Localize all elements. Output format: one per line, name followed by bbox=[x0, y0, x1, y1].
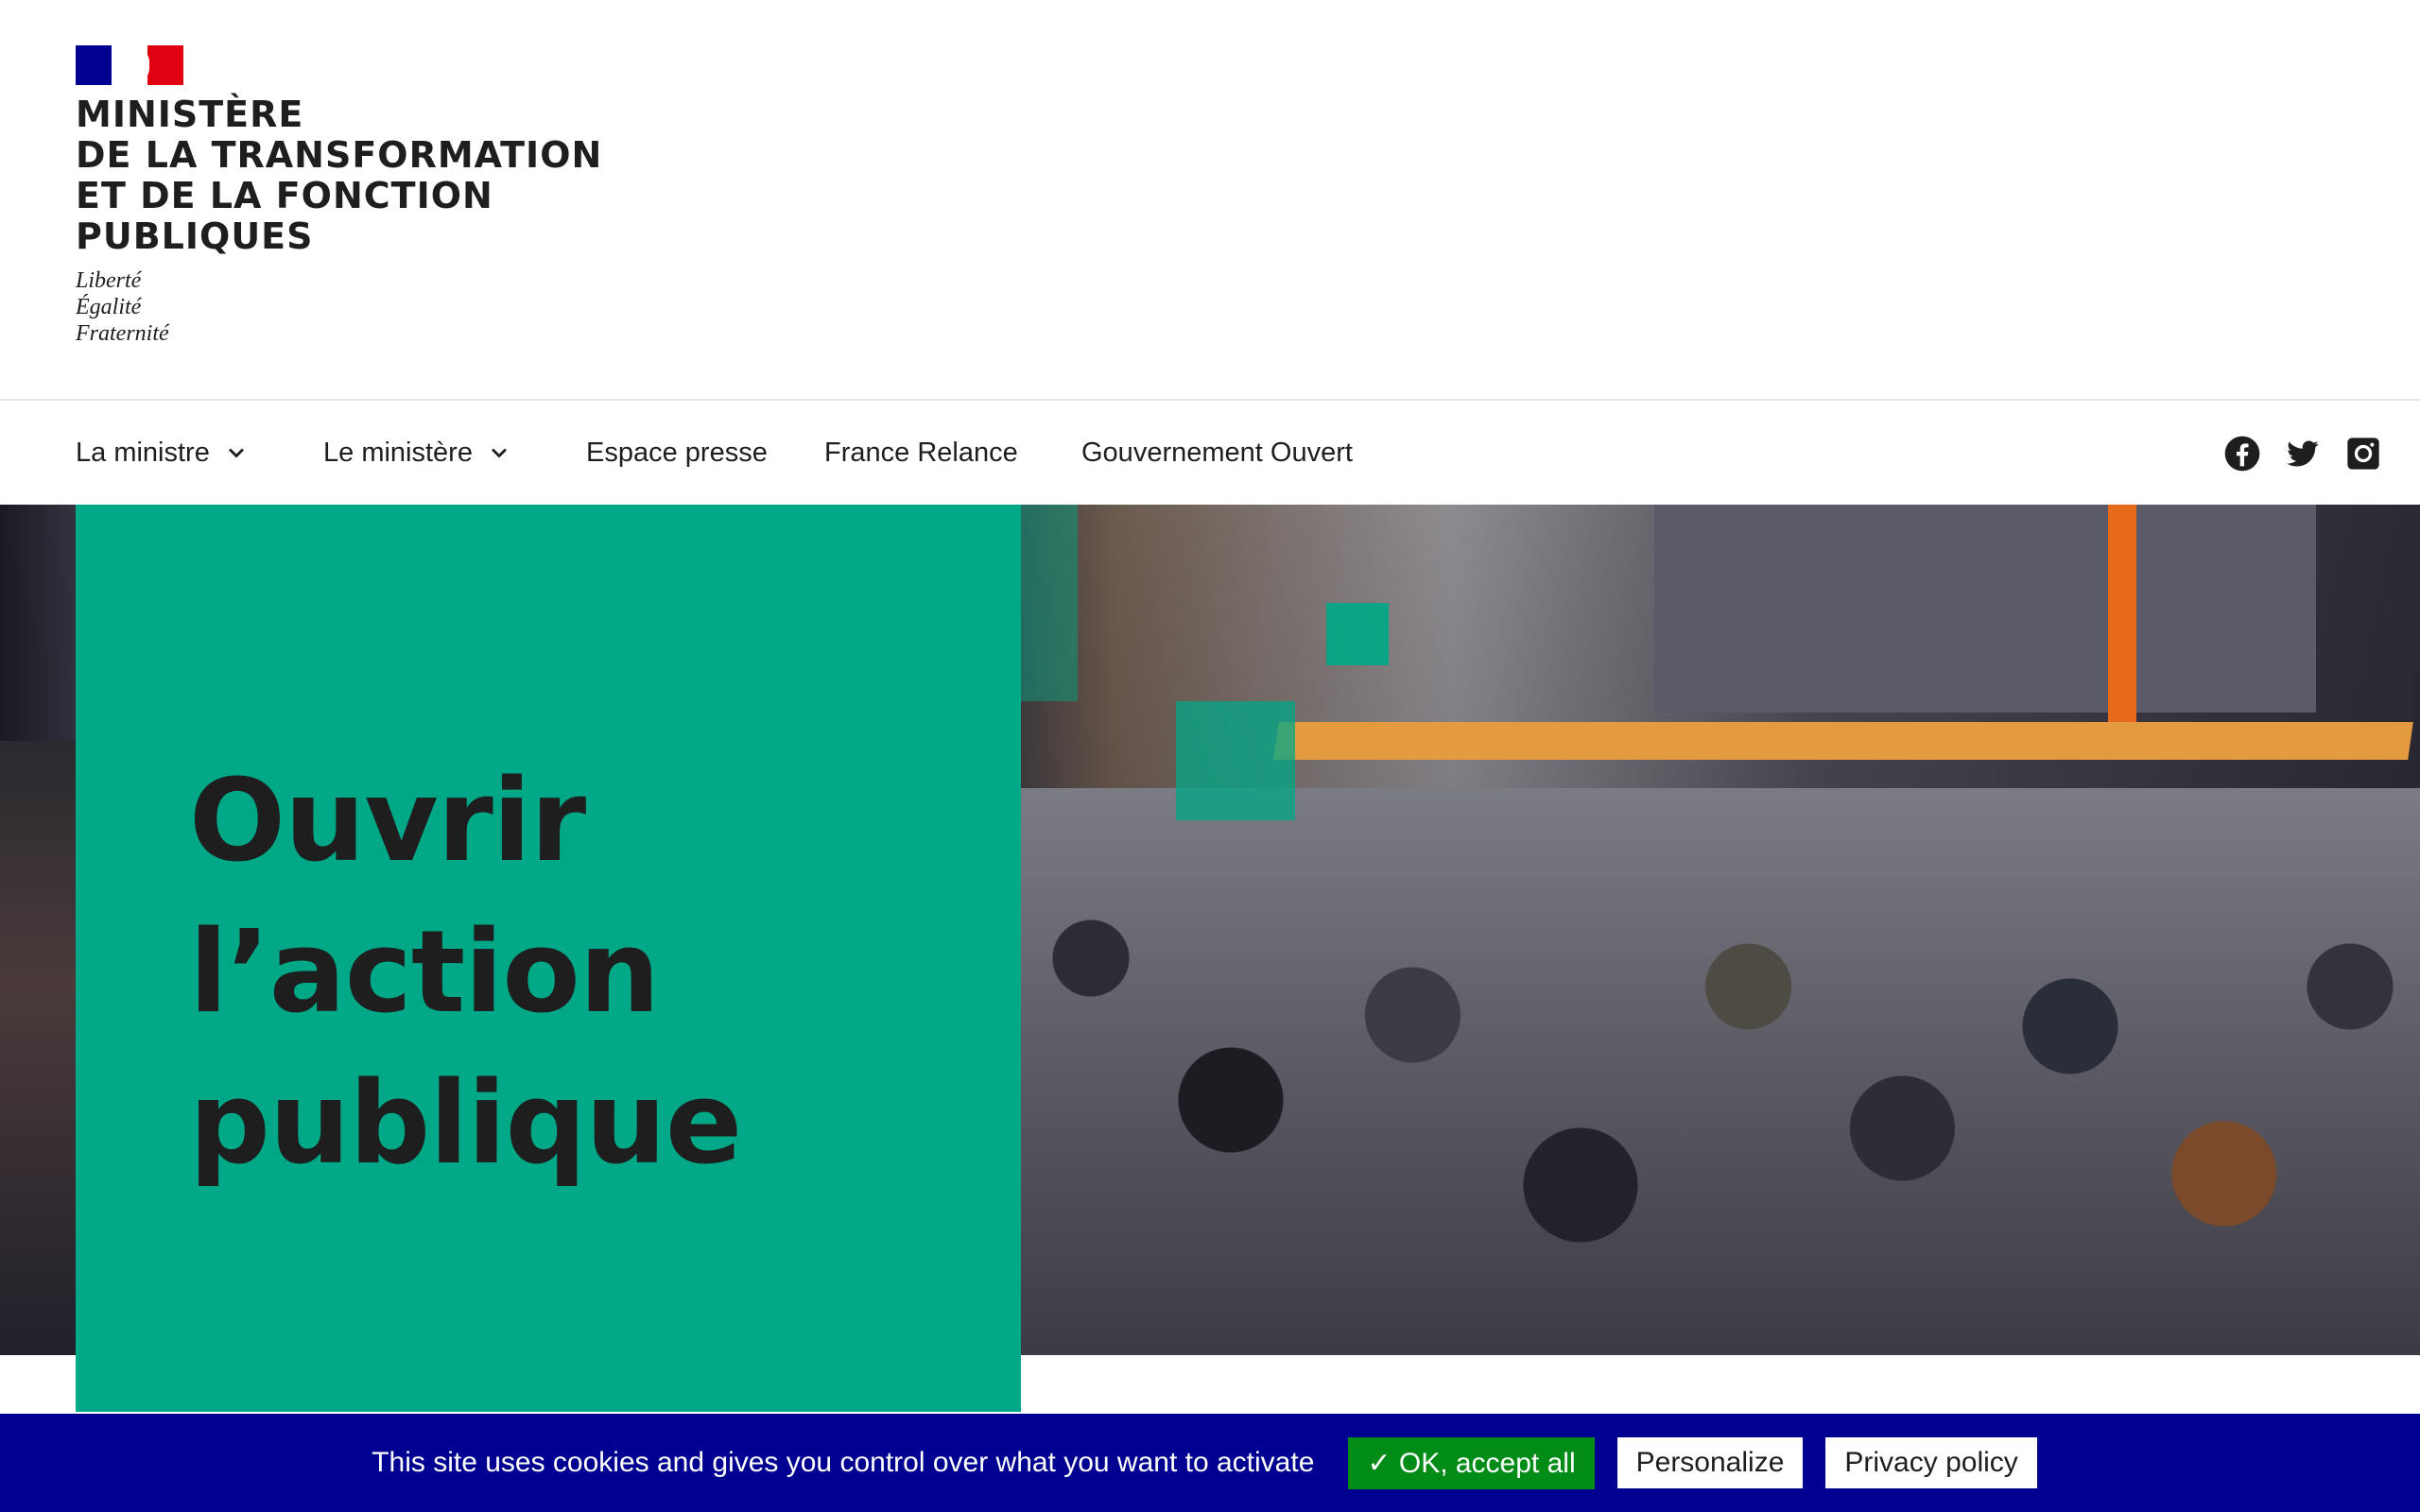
ministry-name[interactable]: MINISTÈRE DE LA TRANSFORMATION ET DE LA … bbox=[76, 94, 602, 257]
hero-title: Ouvrir l’action publique bbox=[189, 747, 742, 1200]
hero-title-line: Ouvrir bbox=[189, 756, 586, 887]
site-header: MINISTÈRE DE LA TRANSFORMATION ET DE LA … bbox=[0, 0, 2420, 401]
twitter-icon[interactable] bbox=[2284, 435, 2322, 472]
ministry-name-line: DE LA TRANSFORMATION bbox=[76, 134, 603, 176]
motto-line: Liberté bbox=[76, 268, 142, 293]
decorative-square bbox=[1326, 603, 1389, 665]
republique-francaise-flag-logo[interactable] bbox=[76, 45, 183, 85]
nav-item-label: France Relance bbox=[824, 437, 1018, 468]
nav-item-label: Gouvernement Ouvert bbox=[1081, 437, 1353, 468]
nav-item-le-ministere[interactable]: Le ministère bbox=[323, 401, 512, 505]
motto-line: Égalité bbox=[76, 295, 142, 319]
decorative-square bbox=[1176, 701, 1295, 820]
personalize-cookies-button[interactable]: Personalize bbox=[1616, 1437, 1804, 1488]
nav-item-france-relance[interactable]: France Relance bbox=[824, 401, 1018, 505]
chevron-down-icon bbox=[228, 448, 244, 458]
republic-motto: Liberté Égalité Fraternité bbox=[76, 267, 169, 347]
cookie-banner: This site uses cookies and gives you con… bbox=[0, 1414, 2420, 1512]
privacy-policy-button[interactable]: Privacy policy bbox=[1825, 1437, 2037, 1488]
hero-title-line: publique bbox=[189, 1058, 742, 1190]
nav-item-label: Espace presse bbox=[586, 437, 768, 468]
cookie-banner-text: This site uses cookies and gives you con… bbox=[372, 1447, 1315, 1478]
instagram-icon[interactable] bbox=[2344, 435, 2382, 472]
motto-line: Fraternité bbox=[76, 321, 169, 346]
accept-all-cookies-button[interactable]: ✓ OK, accept all bbox=[1348, 1436, 1595, 1489]
chevron-down-icon bbox=[491, 448, 507, 458]
nav-item-espace-presse[interactable]: Espace presse bbox=[586, 401, 768, 505]
decorative-square bbox=[1021, 505, 1078, 701]
main-navigation: La ministre Le ministère Espace presse F… bbox=[0, 401, 2420, 505]
nav-item-label: La ministre bbox=[76, 437, 210, 468]
nav-item-gouvernement-ouvert[interactable]: Gouvernement Ouvert bbox=[1081, 401, 1353, 505]
nav-item-la-ministre[interactable]: La ministre bbox=[76, 401, 250, 505]
hero-title-line: l’action bbox=[189, 907, 660, 1039]
marianne-icon bbox=[121, 49, 149, 81]
ministry-name-line: MINISTÈRE bbox=[76, 94, 304, 135]
ministry-name-line: ET DE LA FONCTION bbox=[76, 175, 493, 216]
facebook-icon[interactable] bbox=[2223, 435, 2261, 472]
ministry-name-line: PUBLIQUES bbox=[76, 215, 314, 257]
nav-item-label: Le ministère bbox=[323, 437, 473, 468]
